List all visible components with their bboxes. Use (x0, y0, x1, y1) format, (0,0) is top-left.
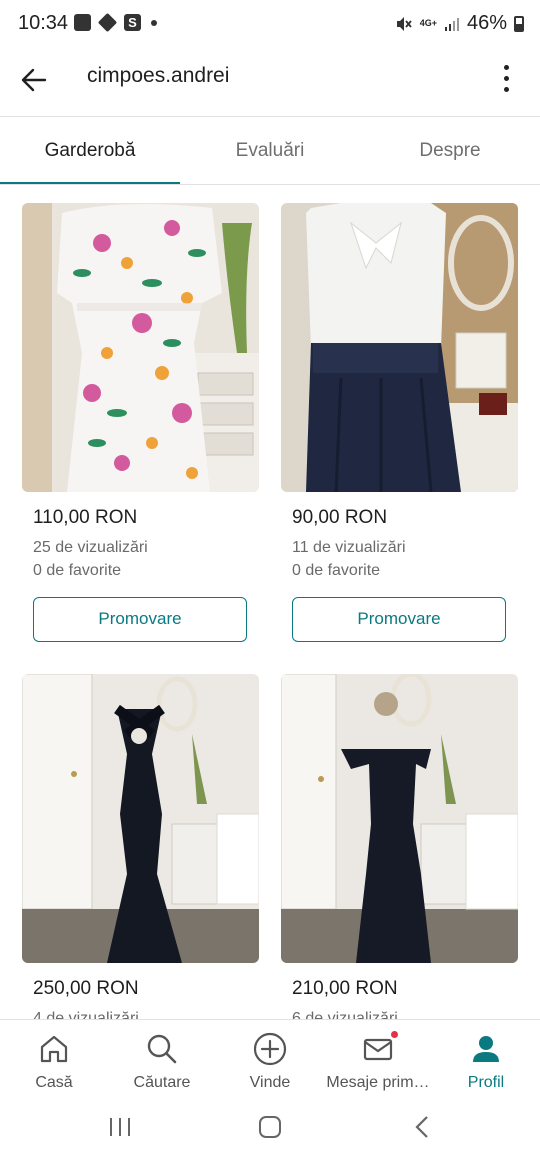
battery-percent: 46% (466, 12, 507, 34)
chevron-left-icon (415, 1116, 428, 1138)
nav-home[interactable]: Casă (0, 1020, 108, 1098)
profile-tabs: Garderobă Evaluări Despre (0, 117, 540, 185)
more-notifications-icon (151, 19, 157, 26)
item-card[interactable]: 110,00 RON 25 de vizualizări 0 de favori… (22, 203, 259, 642)
item-price: 90,00 RON (292, 507, 388, 528)
item-price: 110,00 RON (33, 507, 138, 528)
item-photo[interactable] (22, 203, 259, 492)
promote-button[interactable]: Promovare (292, 597, 506, 642)
item-card[interactable]: 90,00 RON 11 de vizualizări 0 de favorit… (281, 203, 518, 642)
network-type: 4G+ (419, 18, 437, 28)
item-card[interactable]: 250,00 RON 4 de vizualizări (22, 674, 259, 1019)
tab-despre[interactable]: Despre (360, 117, 540, 185)
item-views: 25 de vizualizări (33, 539, 148, 556)
back-system-button[interactable] (402, 1112, 442, 1142)
dot (503, 86, 509, 92)
item-views: 4 de vizualizări (33, 1010, 139, 1019)
nav-label: Mesaje prim… (326, 1074, 430, 1091)
back-button[interactable] (14, 60, 54, 100)
system-navigation (0, 1098, 540, 1158)
app-header: cimpoes.andrei (0, 50, 540, 116)
item-views: 11 de vizualizări (292, 539, 406, 556)
notification-icons: S (74, 12, 157, 33)
more-options-button[interactable] (490, 58, 522, 98)
notification-badge (389, 1029, 400, 1040)
home-system-button[interactable] (250, 1112, 290, 1142)
item-photo[interactable] (281, 203, 518, 492)
item-photo[interactable] (22, 674, 259, 963)
status-right: 4G+ 46% (395, 12, 524, 35)
package-icon (97, 12, 118, 33)
nav-search[interactable]: Căutare (108, 1020, 216, 1098)
item-price: 210,00 RON (292, 978, 398, 999)
gallery-icon (74, 14, 91, 31)
wardrobe-grid: 110,00 RON 25 de vizualizări 0 de favori… (0, 185, 540, 1019)
mute-icon (396, 16, 412, 31)
recent-apps-button[interactable] (100, 1112, 140, 1142)
nav-profile[interactable]: Profil (432, 1020, 540, 1098)
dot (503, 75, 509, 81)
home-icon (37, 1032, 71, 1066)
home-square-icon (259, 1116, 281, 1138)
status-bar: 10:34 S 4G+ 46% (0, 0, 540, 50)
item-favorites: 0 de favorite (33, 562, 122, 579)
nav-sell[interactable]: Vinde (216, 1020, 324, 1098)
person-icon (469, 1032, 503, 1066)
tab-garderoba[interactable]: Garderobă (0, 117, 180, 185)
plus-circle-icon (253, 1032, 287, 1066)
status-time: 10:34 (18, 12, 69, 34)
nav-label: Profil (467, 1074, 505, 1091)
s-app-icon: S (124, 14, 141, 31)
item-favorites: 0 de favorite (292, 562, 381, 579)
tab-evaluari[interactable]: Evaluări (180, 117, 360, 185)
search-icon (145, 1032, 179, 1066)
promote-button[interactable]: Promovare (33, 597, 247, 642)
dot (503, 64, 509, 70)
item-views: 6 de vizualizări (292, 1010, 398, 1019)
item-price: 250,00 RON (33, 978, 139, 999)
nav-label: Vinde (249, 1074, 291, 1091)
mail-icon (361, 1029, 400, 1066)
item-card[interactable]: 210,00 RON 6 de vizualizări (281, 674, 518, 1019)
arrow-left-icon (21, 68, 47, 92)
nav-label: Căutare (133, 1074, 191, 1091)
signal-icon (444, 17, 459, 31)
bottom-nav: Casă Căutare Vinde Mesaje prim… Profil (0, 1019, 540, 1098)
battery-icon (514, 15, 524, 32)
item-photo[interactable] (281, 674, 518, 963)
nav-label: Casă (35, 1074, 73, 1091)
nav-messages[interactable]: Mesaje prim… (324, 1020, 432, 1098)
recent-apps-icon (110, 1118, 130, 1136)
page-title: cimpoes.andrei (87, 64, 230, 87)
